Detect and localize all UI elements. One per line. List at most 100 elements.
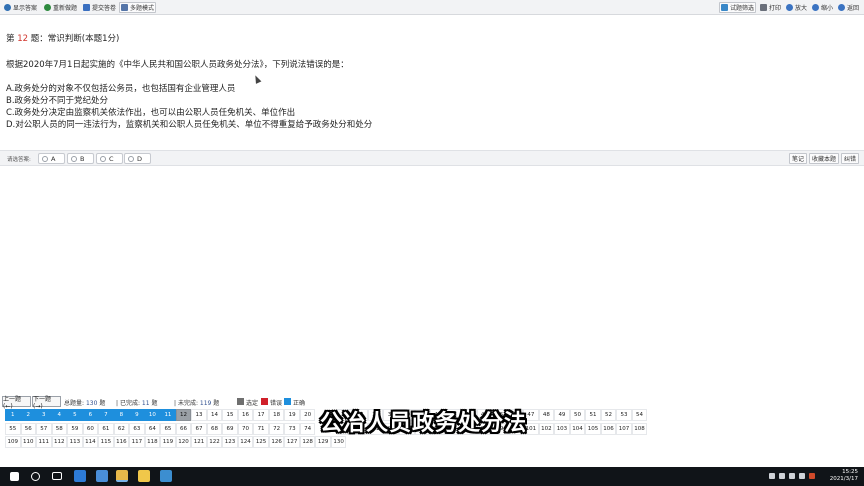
question-number-cell[interactable]: 127 xyxy=(284,436,300,448)
choice-c-radio[interactable]: C xyxy=(96,153,123,164)
question-number-cell[interactable]: 51 xyxy=(585,409,601,421)
question-number-cell[interactable]: 53 xyxy=(616,409,632,421)
question-number-cell[interactable]: 111 xyxy=(36,436,52,448)
favorite-question-button[interactable]: 收藏本题 xyxy=(809,153,839,164)
choice-a-radio[interactable]: A xyxy=(38,153,65,164)
choice-d-radio[interactable]: D xyxy=(124,153,151,164)
zoom-out-button[interactable]: 缩小 xyxy=(810,2,835,13)
redo-questions-button[interactable]: 重新做题 xyxy=(42,2,79,13)
question-number-cell[interactable]: 58 xyxy=(51,422,68,435)
question-number-cell[interactable]: 116 xyxy=(113,436,130,448)
question-number-cell[interactable]: 119 xyxy=(160,436,176,448)
search-icon[interactable] xyxy=(31,472,40,481)
question-number-cell[interactable]: 6 xyxy=(82,409,99,421)
question-number-cell[interactable]: 4 xyxy=(51,409,68,421)
choice-b-radio[interactable]: B xyxy=(67,153,94,164)
question-number-cell[interactable]: 117 xyxy=(129,436,145,448)
question-number-cell[interactable]: 14 xyxy=(206,409,223,421)
question-number-cell[interactable]: 59 xyxy=(67,422,83,435)
submit-paper-button[interactable]: 提交答卷 xyxy=(81,2,118,13)
question-number-cell[interactable]: 102 xyxy=(538,422,555,435)
question-number-cell[interactable]: 114 xyxy=(82,436,99,448)
question-number-cell[interactable]: 60 xyxy=(82,422,99,435)
question-number-cell[interactable]: 16 xyxy=(237,409,254,421)
question-number-cell[interactable]: 15 xyxy=(222,409,238,421)
report-error-button[interactable]: 纠错 xyxy=(841,153,859,164)
next-question-button[interactable]: 下一题(→) xyxy=(32,396,61,410)
question-number-cell[interactable]: 63 xyxy=(129,422,145,435)
question-number-cell[interactable]: 104 xyxy=(569,422,586,435)
question-number-cell[interactable]: 125 xyxy=(253,436,269,448)
taskbar-clock[interactable]: 15:25 2021/3/17 xyxy=(830,469,858,483)
question-number-cell[interactable]: 5 xyxy=(67,409,83,421)
question-number-cell[interactable]: 64 xyxy=(144,422,161,435)
store-icon[interactable] xyxy=(96,470,108,482)
edge-icon[interactable] xyxy=(74,470,86,482)
start-icon[interactable] xyxy=(10,472,19,481)
multi-question-mode-button[interactable]: 多题模式 xyxy=(119,2,157,13)
question-number-cell[interactable]: 121 xyxy=(191,436,207,448)
show-answer-button[interactable]: 显示答案 xyxy=(2,2,39,13)
question-number-cell[interactable]: 57 xyxy=(36,422,52,435)
app-icon[interactable] xyxy=(138,470,150,482)
question-number-cell[interactable]: 48 xyxy=(538,409,555,421)
question-number-cell[interactable]: 106 xyxy=(600,422,617,435)
back-button[interactable]: 返回 xyxy=(836,2,861,13)
print-button[interactable]: 打印 xyxy=(758,2,783,13)
question-number-cell[interactable]: 19 xyxy=(284,409,300,421)
question-number-cell[interactable]: 49 xyxy=(554,409,570,421)
question-number-cell[interactable]: 112 xyxy=(51,436,68,448)
antivirus-icon[interactable] xyxy=(809,473,815,479)
question-number-cell[interactable]: 118 xyxy=(144,436,161,448)
question-number-cell[interactable]: 128 xyxy=(299,436,316,448)
tray-up-arrow-icon[interactable] xyxy=(769,473,775,479)
question-number-cell[interactable]: 115 xyxy=(98,436,114,448)
question-number-cell[interactable]: 124 xyxy=(237,436,254,448)
question-number-cell[interactable]: 20 xyxy=(299,409,316,421)
question-number-cell[interactable]: 123 xyxy=(222,436,238,448)
exam-app-taskbar-icon[interactable] xyxy=(160,470,172,482)
notes-button[interactable]: 笔记 xyxy=(789,153,807,164)
question-filter-button[interactable]: 试题筛选 xyxy=(719,2,757,13)
question-number-cell[interactable]: 105 xyxy=(585,422,601,435)
question-number-cell[interactable]: 113 xyxy=(67,436,83,448)
question-number-cell[interactable]: 130 xyxy=(330,436,347,448)
question-number-cell[interactable]: 54 xyxy=(631,409,648,421)
question-number-cell[interactable]: 7 xyxy=(98,409,114,421)
zoom-in-button[interactable]: 放大 xyxy=(784,2,809,13)
question-number-cell[interactable]: 10 xyxy=(144,409,161,421)
question-number-cell[interactable]: 11 xyxy=(160,409,176,421)
question-number-cell[interactable]: 70 xyxy=(237,422,254,435)
question-number-cell[interactable]: 126 xyxy=(268,436,285,448)
question-number-cell[interactable]: 129 xyxy=(315,436,331,448)
question-number-cell[interactable]: 55 xyxy=(5,422,21,435)
question-number-cell[interactable]: 8 xyxy=(113,409,130,421)
question-number-cell[interactable]: 18 xyxy=(268,409,285,421)
question-number-cell[interactable]: 62 xyxy=(113,422,130,435)
question-number-cell[interactable]: 50 xyxy=(569,409,586,421)
network-icon[interactable] xyxy=(779,473,785,479)
prev-question-button[interactable]: 上一题(←) xyxy=(2,396,31,410)
question-number-cell[interactable]: 120 xyxy=(175,436,192,448)
question-number-cell[interactable]: 13 xyxy=(191,409,207,421)
task-view-icon[interactable] xyxy=(52,472,62,480)
question-number-cell[interactable]: 103 xyxy=(554,422,570,435)
question-number-cell[interactable]: 74 xyxy=(299,422,316,435)
question-number-cell[interactable]: 72 xyxy=(268,422,285,435)
question-number-cell[interactable]: 109 xyxy=(5,436,21,448)
question-number-cell[interactable]: 67 xyxy=(191,422,207,435)
question-number-cell[interactable]: 68 xyxy=(206,422,223,435)
question-number-cell[interactable]: 65 xyxy=(160,422,176,435)
question-number-cell[interactable]: 2 xyxy=(20,409,37,421)
question-number-cell[interactable]: 52 xyxy=(600,409,617,421)
question-number-cell[interactable]: 71 xyxy=(253,422,269,435)
question-number-cell[interactable]: 12 xyxy=(175,409,192,421)
question-number-cell[interactable]: 66 xyxy=(175,422,192,435)
question-number-cell[interactable]: 56 xyxy=(20,422,37,435)
question-number-cell[interactable]: 17 xyxy=(253,409,269,421)
question-number-cell[interactable]: 61 xyxy=(98,422,114,435)
question-number-cell[interactable]: 1 xyxy=(5,409,21,421)
question-number-cell[interactable]: 3 xyxy=(36,409,52,421)
question-number-cell[interactable]: 110 xyxy=(20,436,37,448)
question-number-cell[interactable]: 69 xyxy=(222,422,238,435)
